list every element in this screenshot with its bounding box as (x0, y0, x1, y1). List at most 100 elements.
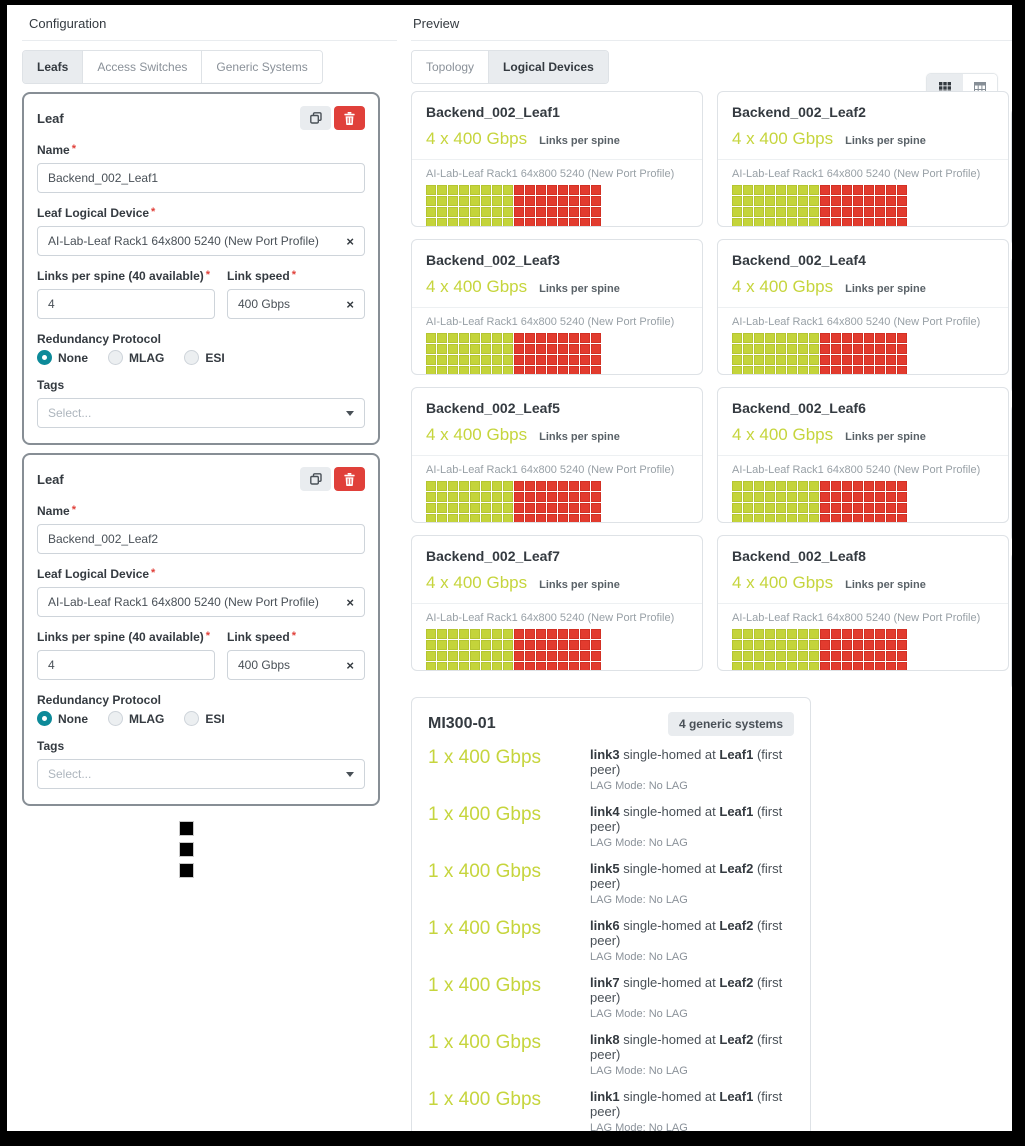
port-cell-used (470, 640, 480, 650)
link-homing: single-homed at (623, 861, 716, 876)
port-cell-unavailable (831, 651, 841, 661)
port-cell-unavailable (853, 629, 863, 639)
link-name: link5 (590, 861, 620, 876)
radio-none[interactable]: None (37, 711, 88, 726)
port-cell-used (481, 355, 491, 365)
port-cell-used (765, 651, 775, 661)
port-cell-unavailable (831, 185, 841, 195)
port-cell-used (754, 196, 764, 206)
link-homing: single-homed at (623, 804, 716, 819)
port-cell-unavailable (864, 196, 874, 206)
port-cell-used (503, 640, 513, 650)
port-cell-unavailable (591, 492, 601, 502)
port-cell-used (732, 355, 742, 365)
tags-select[interactable]: Select... (37, 759, 365, 789)
port-cell-used (732, 503, 742, 513)
clear-icon[interactable]: × (346, 235, 354, 248)
radio-none[interactable]: None (37, 350, 88, 365)
link-speed-select[interactable]: 400 Gbps × (227, 289, 365, 319)
link-name: link8 (590, 1032, 620, 1047)
device-profile: AI-Lab-Leaf Rack1 64x800 5240 (New Port … (426, 612, 675, 624)
logical-device-select[interactable]: AI-Lab-Leaf Rack1 64x800 5240 (New Port … (37, 226, 365, 256)
port-cell-used (481, 503, 491, 513)
generic-link-row: 1 x 400 Gbps link1 single-homed at Leaf1… (428, 1089, 794, 1131)
port-cell-unavailable (831, 503, 841, 513)
links-per-spine-input[interactable] (37, 289, 215, 319)
port-cell-unavailable (886, 366, 896, 374)
port-cell-used (732, 207, 742, 217)
radio-label: None (58, 711, 88, 726)
preview-tab[interactable]: Topology (412, 51, 490, 83)
radio-esi[interactable]: ESI (184, 711, 225, 726)
port-cell-unavailable (558, 640, 568, 650)
clear-icon[interactable]: × (346, 596, 354, 609)
link-description: link4 single-homed at Leaf1 (first peer) (590, 804, 794, 834)
port-cell-unavailable (886, 481, 896, 491)
configuration-tab[interactable]: Leafs (23, 51, 84, 83)
port-cell-unavailable (842, 640, 852, 650)
clone-leaf-button[interactable] (300, 106, 331, 130)
link-speed-select[interactable]: 400 Gbps × (227, 650, 365, 680)
port-cell-used (481, 333, 491, 343)
device-speed: 4 x 400 Gbps (426, 573, 528, 592)
port-cell-used (787, 640, 797, 650)
port-cell-used (503, 366, 513, 374)
port-cell-used (787, 366, 797, 374)
port-cell-unavailable (842, 514, 852, 522)
port-cell-used (503, 514, 513, 522)
radio-mlag[interactable]: MLAG (108, 350, 164, 365)
radio-mlag[interactable]: MLAG (108, 711, 164, 726)
radio-esi[interactable]: ESI (184, 350, 225, 365)
leaf-card-title: Leaf (37, 110, 64, 126)
device-profile: AI-Lab-Leaf Rack1 64x800 5240 (New Port … (732, 168, 981, 180)
logical-device-select[interactable]: AI-Lab-Leaf Rack1 64x800 5240 (New Port … (37, 587, 365, 617)
port-cell-used (765, 196, 775, 206)
port-cell-unavailable (514, 366, 524, 374)
clear-icon[interactable]: × (346, 659, 354, 672)
port-cell-unavailable (580, 218, 590, 226)
port-cell-unavailable (853, 196, 863, 206)
port-cell-used (732, 344, 742, 354)
port-cell-used (754, 218, 764, 226)
port-cell-unavailable (525, 207, 535, 217)
generic-system-title: MI300-01 (428, 715, 496, 732)
port-cell-unavailable (580, 207, 590, 217)
port-cell-used (754, 514, 764, 522)
port-cell-used (798, 366, 808, 374)
port-cell-unavailable (514, 344, 524, 354)
port-cell-unavailable (525, 503, 535, 513)
configuration-tab[interactable]: Generic Systems (202, 51, 322, 83)
port-cell-used (787, 629, 797, 639)
tags-select[interactable]: Select... (37, 398, 365, 428)
port-cell-used (754, 355, 764, 365)
port-cell-used (776, 355, 786, 365)
port-cell-used (765, 640, 775, 650)
port-cell-unavailable (864, 218, 874, 226)
delete-leaf-button[interactable] (334, 106, 365, 130)
port-cell-unavailable (831, 207, 841, 217)
leaf-name-input[interactable] (37, 163, 365, 193)
device-card-title: Backend_002_Leaf1 (426, 104, 560, 120)
port-cell-used (754, 185, 764, 195)
configuration-tab[interactable]: Access Switches (83, 51, 203, 83)
port-cell-unavailable (875, 366, 885, 374)
port-cell-unavailable (853, 503, 863, 513)
links-per-spine-input[interactable] (37, 650, 215, 680)
port-cell-used (776, 481, 786, 491)
clear-icon[interactable]: × (346, 298, 354, 311)
port-cell-used (743, 218, 753, 226)
leaf-name-input[interactable] (37, 524, 365, 554)
preview-tab[interactable]: Logical Devices (489, 51, 608, 83)
port-cell-unavailable (580, 514, 590, 522)
port-cell-used (743, 640, 753, 650)
clone-leaf-button[interactable] (300, 467, 331, 491)
port-cell-unavailable (547, 185, 557, 195)
port-cell-unavailable (525, 640, 535, 650)
port-cell-unavailable (536, 514, 546, 522)
delete-leaf-button[interactable] (334, 467, 365, 491)
lag-mode: LAG Mode: No LAG (590, 894, 688, 906)
port-cell-unavailable (886, 196, 896, 206)
link-description: link6 single-homed at Leaf2 (first peer) (590, 918, 794, 948)
link-peer: Leaf2 (719, 918, 754, 933)
preview-panel-title: Preview (411, 15, 1012, 41)
